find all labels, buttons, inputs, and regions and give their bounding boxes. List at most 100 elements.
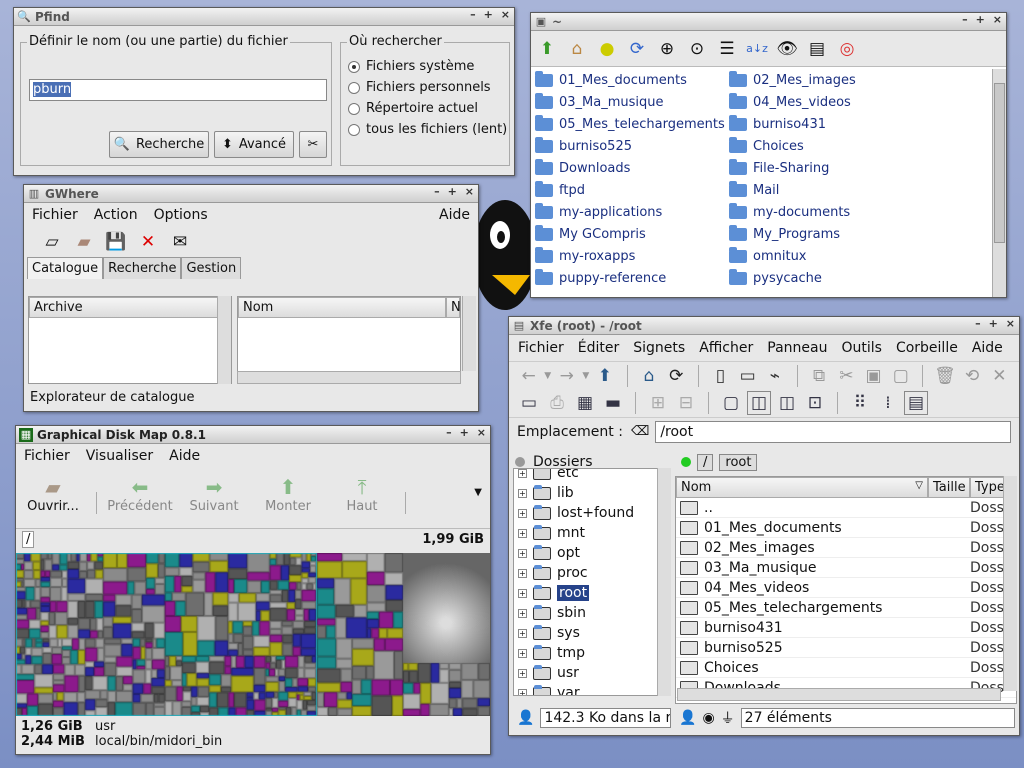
top-button[interactable]: ⤒ Haut [325, 475, 399, 514]
back-button[interactable]: ⬅ Précédent [103, 475, 177, 514]
toolbar-overflow-icon[interactable]: ▼ [474, 487, 482, 498]
rox-file-item[interactable]: 02_Mes_images [729, 69, 979, 91]
file-row[interactable]: burniso431 Doss [676, 618, 1016, 638]
files-hscrollbar[interactable] [237, 371, 461, 384]
new-folder-icon[interactable]: ▭ [736, 364, 759, 388]
rox-scrollbar[interactable] [992, 69, 1006, 297]
menu-aide[interactable]: Aide [169, 448, 200, 464]
files-scrollbar[interactable] [462, 296, 476, 371]
search-name-input[interactable]: pburn [29, 79, 327, 101]
expand-icon[interactable]: + [518, 528, 527, 538]
file-row[interactable]: Choices Doss [676, 658, 1016, 678]
tree-item[interactable]: + root [514, 583, 670, 603]
tree-item[interactable]: + var [514, 683, 670, 695]
minimize-icon[interactable]: – [434, 185, 440, 198]
forward-dropdown-icon[interactable]: ▼ [582, 371, 589, 381]
menu-corbeille[interactable]: Corbeille [896, 340, 958, 356]
tree-item[interactable]: + usr [514, 663, 670, 683]
rox-file-item[interactable]: my-roxapps [535, 245, 729, 267]
expand-icon[interactable]: + [518, 508, 527, 518]
gwhere-titlebar[interactable]: ▥ GWhere – + × [24, 185, 478, 203]
printer-icon[interactable]: ⎙ [545, 391, 569, 415]
close-icon[interactable]: × [501, 8, 510, 21]
menu-aide[interactable]: Aide [439, 207, 470, 223]
tree-item[interactable]: + lost+found [514, 503, 670, 523]
new-window-icon[interactable]: ⊞ [646, 391, 670, 415]
col-n[interactable]: N [446, 297, 461, 318]
close-icon[interactable]: × [993, 13, 1002, 26]
menu-signets[interactable]: Signets [633, 340, 685, 356]
tree-item[interactable]: + lib [514, 483, 670, 503]
zoom-in-icon[interactable]: ⊕ [655, 37, 679, 61]
small-icons-icon[interactable]: ⁞ [876, 391, 900, 415]
menu-afficher[interactable]: Afficher [699, 340, 753, 356]
properties-icon[interactable]: ▦ [573, 391, 597, 415]
tree-panel-icon[interactable]: ◫ [747, 391, 771, 415]
col-nom[interactable]: Nom [238, 297, 446, 318]
close-window-icon[interactable]: ⊟ [674, 391, 698, 415]
tools-button[interactable]: ✂ [299, 131, 327, 158]
advanced-button[interactable]: ⬍ Avancé [214, 131, 294, 158]
save-disk-icon[interactable]: 💾 [104, 230, 128, 254]
tree-scrollbar[interactable] [657, 468, 671, 696]
expand-icon[interactable]: + [518, 488, 527, 498]
back-dropdown-icon[interactable]: ▼ [544, 371, 551, 381]
tree-item[interactable]: + opt [514, 543, 670, 563]
search-button[interactable]: 🔍 Recherche [109, 131, 209, 158]
up-arrow-icon[interactable]: ⬆ [535, 37, 559, 61]
tab-gestion[interactable]: Gestion [181, 257, 242, 279]
xfe-titlebar[interactable]: ▤ Xfe (root) - /root – + × [509, 317, 1019, 335]
hidden-files-eye-icon[interactable]: ◉ [702, 710, 714, 726]
close-icon[interactable]: × [1006, 317, 1015, 330]
refresh-icon[interactable]: ⟳ [625, 37, 649, 61]
expand-icon[interactable]: + [518, 668, 527, 678]
current-path[interactable]: / [22, 531, 35, 548]
maximize-icon[interactable]: + [976, 13, 985, 26]
crumb-current[interactable]: root [719, 453, 758, 471]
back-arrow-icon[interactable]: ← [517, 364, 540, 388]
maximize-icon[interactable]: + [989, 317, 998, 330]
col-archive[interactable]: Archive [29, 297, 231, 318]
menu-fichier[interactable]: Fichier [24, 448, 70, 464]
tree-item[interactable]: + proc [514, 563, 670, 583]
maximize-icon[interactable]: + [460, 426, 469, 439]
rox-file-item[interactable]: my-documents [729, 201, 979, 223]
new-file-icon[interactable]: ▯ [709, 364, 732, 388]
radio-all-files[interactable]: tous les fichiers (lent) [348, 122, 509, 137]
rox-file-item[interactable]: omnitux [729, 245, 979, 267]
home-icon[interactable]: ⌂ [637, 364, 660, 388]
col-taille[interactable]: Taille [928, 477, 970, 498]
terminal-icon[interactable]: ▬ [601, 391, 625, 415]
bookmark-icon[interactable]: ● [595, 37, 619, 61]
tree-item[interactable]: + etc [514, 469, 670, 483]
close-icon[interactable]: × [465, 185, 474, 198]
file-row[interactable]: 04_Mes_videos Doss [676, 578, 1016, 598]
zoom-fit-icon[interactable]: ⊙ [685, 37, 709, 61]
mail-icon[interactable]: ✉ [168, 230, 192, 254]
expand-icon[interactable]: + [518, 469, 527, 478]
minimize-icon[interactable]: – [446, 426, 452, 439]
up-button[interactable]: ⬆ Monter [251, 475, 325, 514]
menu-fichier[interactable]: Fichier [518, 340, 564, 356]
menu-editer[interactable]: Éditer [578, 340, 619, 356]
rox-titlebar[interactable]: ▣ ~ – + × [531, 13, 1006, 31]
refresh-icon[interactable]: ⟳ [665, 364, 688, 388]
delete-icon[interactable]: ✕ [988, 364, 1011, 388]
rox-file-item[interactable]: My GCompris [535, 223, 729, 245]
file-row[interactable]: 03_Ma_musique Doss [676, 558, 1016, 578]
filter-icon[interactable]: ⏚ [721, 708, 735, 728]
expand-icon[interactable]: + [518, 548, 527, 558]
archive-scrollbar[interactable] [217, 296, 231, 384]
rox-file-item[interactable]: Choices [729, 135, 979, 157]
files-scrollbar[interactable] [1003, 476, 1017, 691]
rox-file-item[interactable]: 04_Mes_videos [729, 91, 979, 113]
tree-item[interactable]: + sys [514, 623, 670, 643]
menu-fichier[interactable]: Fichier [32, 207, 78, 223]
delete-x-icon[interactable]: ✕ [136, 230, 160, 254]
rox-file-item[interactable]: my-applications [535, 201, 729, 223]
new-link-icon[interactable]: ⌁ [763, 364, 786, 388]
disk-treemap[interactable] [16, 553, 490, 716]
rox-file-item[interactable]: pysycache [729, 267, 979, 289]
menu-panneau[interactable]: Panneau [767, 340, 827, 356]
eye-icon[interactable]: 👁 [775, 37, 799, 61]
